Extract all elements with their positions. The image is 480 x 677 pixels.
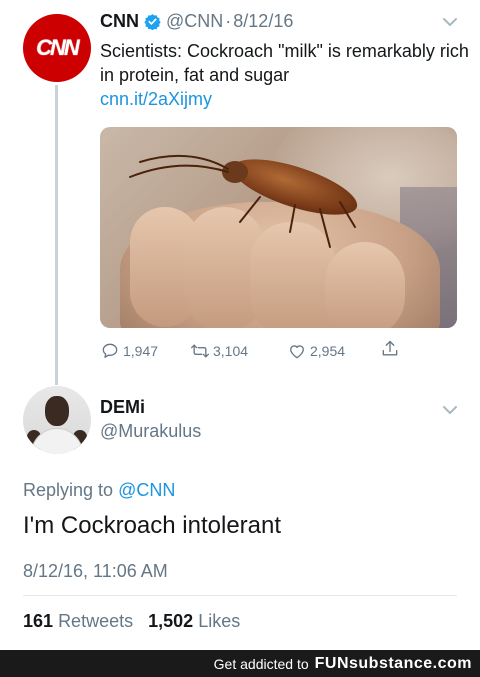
- cnn-logo-text: CNN: [36, 35, 80, 60]
- avatar-head: [45, 396, 69, 426]
- likes-stat[interactable]: 1,502 Likes: [148, 611, 240, 631]
- likes-count: 1,502: [148, 611, 194, 631]
- retweet-icon: [191, 344, 209, 358]
- replying-prefix: Replying to: [23, 480, 114, 500]
- reply-icon: [102, 343, 118, 358]
- replying-to-line: Replying to @CNN: [23, 480, 175, 501]
- verified-badge-icon: [144, 14, 161, 30]
- footer-tagline: Get addicted to: [213, 655, 309, 672]
- reply-tweet-text: I'm Cockroach intolerant: [23, 512, 282, 539]
- stats-divider: [23, 595, 457, 596]
- tweet-media-image[interactable]: [100, 127, 457, 328]
- engagement-stats: 161 Retweets 1,502 Likes: [23, 611, 240, 632]
- retweets-stat[interactable]: 161 Retweets: [23, 611, 133, 631]
- share-icon: [382, 340, 398, 356]
- original-tweet-link[interactable]: cnn.it/2aXijmy: [100, 89, 212, 110]
- demi-avatar[interactable]: [23, 386, 91, 454]
- original-tweet-header: CNN @CNN · 8/12/16: [100, 11, 293, 32]
- reply-author-name[interactable]: DEMi: [100, 397, 145, 418]
- like-count: 2,954: [310, 343, 346, 359]
- header-separator: ·: [225, 11, 232, 31]
- chevron-down-icon[interactable]: [442, 16, 458, 28]
- likes-label: Likes: [198, 611, 241, 631]
- reply-button[interactable]: 1,947: [100, 341, 158, 361]
- author-name[interactable]: CNN: [100, 11, 139, 32]
- replying-to-handle[interactable]: @CNN: [118, 480, 175, 500]
- footer-brand: FUNsubstance.com: [314, 654, 472, 672]
- heart-icon: [290, 345, 304, 359]
- chevron-down-icon[interactable]: [442, 404, 458, 416]
- retweet-button[interactable]: 3,104: [190, 341, 248, 361]
- cnn-avatar[interactable]: CNN: [23, 14, 91, 82]
- retweets-count: 161: [23, 611, 54, 631]
- thread-connector-line: [55, 85, 58, 385]
- reply-timestamp[interactable]: 8/12/16, 11:06 AM: [23, 561, 168, 582]
- watermark-footer: Get addicted to FUNsubstance.com: [0, 650, 480, 677]
- reply-author-handle[interactable]: @Murakulus: [100, 421, 201, 442]
- retweet-count: 3,104: [213, 343, 249, 359]
- author-handle[interactable]: @CNN: [166, 11, 223, 32]
- share-button[interactable]: [380, 339, 403, 359]
- tweet-date[interactable]: 8/12/16: [233, 11, 293, 32]
- like-button[interactable]: 2,954: [287, 341, 345, 361]
- retweets-label: Retweets: [58, 611, 134, 631]
- cockroach-legs: [129, 154, 356, 248]
- original-tweet-text: Scientists: Cockroach "milk" is remarkab…: [100, 41, 469, 85]
- reply-count: 1,947: [123, 343, 159, 359]
